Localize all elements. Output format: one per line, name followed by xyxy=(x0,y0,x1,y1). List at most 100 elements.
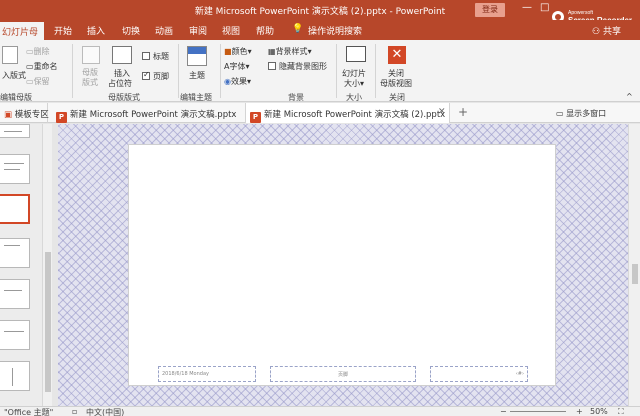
date-placeholder[interactable]: 2018/6/18 Monday xyxy=(158,366,256,382)
delete-icon: ▭ xyxy=(26,47,34,56)
group-separator xyxy=(178,44,179,98)
zoom-level[interactable]: 50% xyxy=(590,407,608,416)
maximize-button[interactable]: □ xyxy=(540,2,549,13)
colors-button[interactable]: ■颜色▾ xyxy=(224,46,252,57)
ribbon-tabs: 幻灯片母版 开始 插入 切换 动画 审阅 视图 帮助 💡 操作说明搜索 ⚇ 共享 xyxy=(0,20,640,51)
window-icon: ▭ xyxy=(556,109,564,118)
themes-icon xyxy=(187,46,207,66)
group-separator xyxy=(220,44,221,98)
tab-help[interactable]: 帮助 xyxy=(256,24,274,37)
canvas-scrollbar-thumb[interactable] xyxy=(632,264,638,284)
fit-slide-icon[interactable]: ⛶ xyxy=(618,407,624,416)
share-button[interactable]: ⚇ 共享 xyxy=(592,24,621,37)
tab-transitions[interactable]: 切换 xyxy=(122,24,140,37)
insert-layout-button[interactable]: 入版式 xyxy=(2,70,26,81)
master-layout-icon xyxy=(82,46,100,64)
add-tab-button[interactable]: + xyxy=(458,105,468,119)
group-master-layout-label: 母版版式 xyxy=(108,93,140,102)
tab-insert[interactable]: 插入 xyxy=(87,24,105,37)
group-edit-master-label: 编辑母版 xyxy=(0,93,32,102)
slide-thumbnail[interactable] xyxy=(0,279,30,309)
hide-background-checkbox[interactable] xyxy=(268,62,276,70)
background-styles-button[interactable]: ▦背景样式▾ xyxy=(268,46,312,57)
group-edit-theme-label: 编辑主题 xyxy=(180,93,212,102)
person-icon: ⚇ xyxy=(592,27,601,37)
footer-checkbox-label: 页脚 xyxy=(153,72,169,81)
rename-icon: ▭ xyxy=(26,62,34,71)
thumbnail-line xyxy=(4,169,20,170)
footer-checkbox[interactable] xyxy=(142,70,150,80)
collapse-ribbon-icon[interactable]: ^ xyxy=(626,92,633,101)
login-button[interactable]: 登录 xyxy=(475,3,505,17)
footer-placeholder[interactable]: 页脚 xyxy=(270,366,416,382)
title-checkbox-label: 标题 xyxy=(153,52,169,61)
slide-size-icon xyxy=(346,46,366,62)
hide-background-label: 隐藏背景图形 xyxy=(279,62,327,71)
background-icon: ▦ xyxy=(268,47,276,56)
effects-icon: ◉ xyxy=(224,77,231,86)
lightbulb-icon: 💡 xyxy=(292,24,304,34)
status-bar: "Office 主题" ▫ 中文(中国) − + 50% ⛶ xyxy=(0,406,640,416)
rename-button[interactable]: ▭重命名 xyxy=(26,61,58,72)
tab-home[interactable]: 开始 xyxy=(54,24,72,37)
thumbnail-scrollbar[interactable] xyxy=(42,124,52,406)
insert-placeholder-label-2[interactable]: 占位符 xyxy=(108,78,132,89)
canvas-scrollbar[interactable] xyxy=(628,124,640,406)
slide-master-layout[interactable] xyxy=(128,144,556,386)
insert-layout-icon xyxy=(2,46,18,64)
tab-template-zone[interactable]: ▣ 模板专区 xyxy=(0,103,49,123)
delete-button[interactable]: ▭删除 xyxy=(26,46,50,57)
status-icon: ▫ xyxy=(72,407,78,416)
preserve-button[interactable]: ▭保留 xyxy=(26,76,50,87)
theme-status: "Office 主题" xyxy=(4,408,54,416)
slide-size-label-2[interactable]: 大小▾ xyxy=(344,78,364,89)
show-multi-window-button[interactable]: ▭ 显示多窗口 xyxy=(556,108,606,119)
powerpoint-icon: P xyxy=(56,112,67,123)
close-tab-icon[interactable]: ✕ xyxy=(438,107,446,117)
effects-button[interactable]: ◉效果▾ xyxy=(224,76,251,87)
minimize-button[interactable]: — xyxy=(522,2,532,13)
slide-thumbnail[interactable] xyxy=(0,320,30,350)
group-size-label: 大小 xyxy=(346,93,362,102)
slide-thumbnail[interactable] xyxy=(0,361,30,391)
insert-placeholder-icon xyxy=(112,46,132,64)
close-master-icon: ✕ xyxy=(388,46,406,64)
document-tabs: ▣ 模板专区 P 新建 Microsoft PowerPoint 演示文稿.ppt… xyxy=(0,103,640,123)
group-background-label: 背景 xyxy=(288,93,304,102)
thumbnail-line xyxy=(4,245,20,246)
preserve-icon: ▭ xyxy=(26,77,34,86)
themes-button[interactable]: 主题 xyxy=(189,70,205,81)
group-separator xyxy=(336,44,337,98)
ribbon: 入版式 ▭删除 ▭重命名 ▭保留 编辑母版 母版 版式 插入 占位符 标题 页脚… xyxy=(0,40,640,102)
title-checkbox[interactable] xyxy=(142,52,150,60)
slide-thumbnail[interactable] xyxy=(0,154,30,184)
thumbnail-scrollbar-thumb[interactable] xyxy=(45,252,51,392)
language-status[interactable]: 中文(中国) xyxy=(86,407,124,416)
master-layout-button[interactable]: 母版 版式 xyxy=(82,68,98,88)
group-close-label: 关闭 xyxy=(389,93,405,102)
title-bar: 新建 Microsoft PowerPoint 演示文稿 (2).pptx - … xyxy=(0,0,640,20)
zoom-out-icon[interactable]: − xyxy=(500,407,507,416)
tab-animations[interactable]: 动画 xyxy=(155,24,173,37)
thumbnail-line xyxy=(4,131,22,132)
zoom-slider[interactable] xyxy=(510,411,566,412)
thumbnail-line xyxy=(12,368,13,386)
powerpoint-icon: P xyxy=(250,112,261,123)
close-master-label-2[interactable]: 母版视图 xyxy=(380,78,412,89)
fonts-button[interactable]: A字体▾ xyxy=(224,61,250,72)
tab-document-2[interactable]: P 新建 Microsoft PowerPoint 演示文稿 (2).pptx ✕ xyxy=(246,103,450,123)
thumbnail-line xyxy=(4,163,24,164)
tab-view[interactable]: 视图 xyxy=(222,24,240,37)
palette-icon: ■ xyxy=(224,47,232,56)
search-tell-me[interactable]: 操作说明搜索 xyxy=(308,24,362,37)
slide-thumbnail[interactable] xyxy=(0,238,30,268)
slide-thumbnail-selected[interactable] xyxy=(0,194,30,224)
tab-slide-master[interactable]: 幻灯片母版 xyxy=(0,22,44,51)
template-icon: ▣ xyxy=(4,110,13,120)
thumbnail-line xyxy=(4,290,22,291)
tab-review[interactable]: 审阅 xyxy=(189,24,207,37)
slide-number-placeholder[interactable]: ‹#› xyxy=(430,366,528,382)
zoom-in-icon[interactable]: + xyxy=(576,407,583,416)
tab-document-1[interactable]: P 新建 Microsoft PowerPoint 演示文稿.pptx xyxy=(52,103,246,123)
slide-thumbnail[interactable] xyxy=(0,124,30,138)
